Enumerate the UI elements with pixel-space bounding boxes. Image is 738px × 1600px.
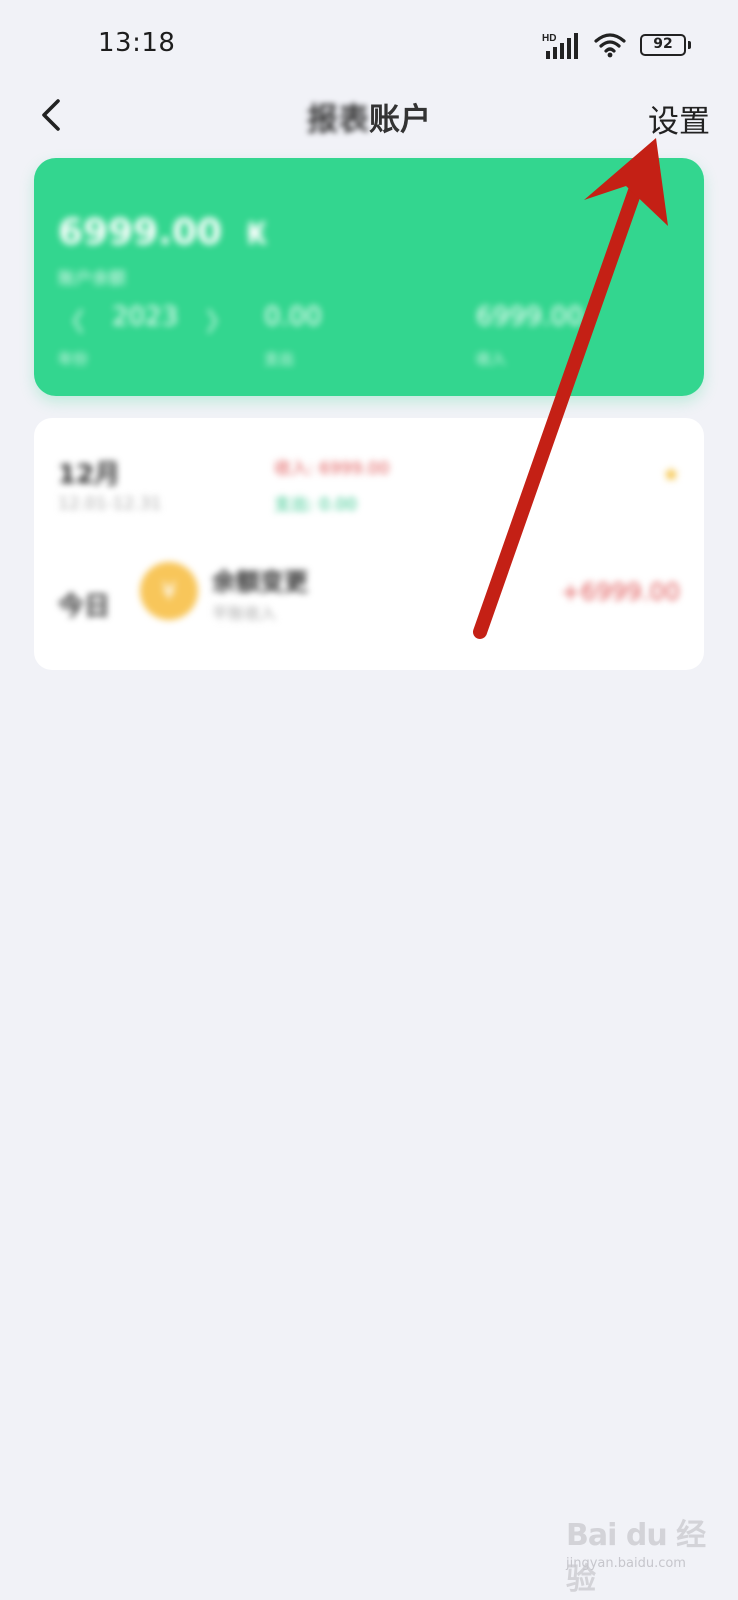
month-label: 12月 <box>58 460 121 490</box>
balance-unit: ₭ <box>246 217 268 252</box>
expense-value: 0.00 <box>264 302 322 332</box>
coin-icon: ¥ <box>140 562 198 620</box>
watermark-logo: Bai du 经验 <box>566 1518 706 1597</box>
transaction-day: 今日 <box>58 592 111 622</box>
account-summary-card[interactable]: 6999.00 ₭ 账户余额 〈 2023 〉 年份 0.00 支出 6999.… <box>34 158 704 396</box>
year-caption: 年份 <box>58 350 89 368</box>
year-next-button[interactable]: 〉 <box>206 302 232 339</box>
month-income: 收入: 6999.00 <box>274 459 390 479</box>
status-icons: HD 92 <box>542 30 691 60</box>
page-title-blurred: 报表 <box>307 102 369 138</box>
income-caption: 收入 <box>476 350 507 368</box>
status-bar: 13:18 HD 92 <box>0 0 738 80</box>
year-selector[interactable]: 〈 2023 〉 <box>58 302 232 339</box>
expense-caption: 支出 <box>264 350 295 368</box>
transaction-title: 余额变更 <box>212 568 308 596</box>
income-value: 6999.00 <box>476 302 584 332</box>
status-time: 13:18 <box>98 28 176 58</box>
network-label: HD <box>542 33 556 44</box>
month-range: 12.01-12.31 <box>58 494 162 514</box>
year-prev-button[interactable]: 〈 <box>58 302 84 339</box>
screen: 13:18 HD 92 报表账户 设置 6999.00 ₭ 账户余额 〈 202… <box>0 0 738 1600</box>
transaction-amount: +6999.00 <box>560 578 680 606</box>
balance-value: 6999.00 <box>58 212 222 253</box>
watermark: Bai du 经验 jingyan.baidu.com <box>566 1510 716 1597</box>
signal-icon: HD <box>542 33 578 59</box>
account-balance: 6999.00 ₭ <box>58 212 267 253</box>
nav-bar: 报表账户 设置 <box>0 80 738 150</box>
month-list-card: 12月 12.01-12.31 收入: 6999.00 支出: 0.00 ★ 今… <box>34 418 704 670</box>
wifi-icon <box>594 33 626 58</box>
settings-button[interactable]: 设置 <box>648 96 710 141</box>
year-value: 2023 <box>112 302 179 332</box>
month-expense: 支出: 0.00 <box>274 495 357 515</box>
page-title: 报表账户 <box>0 94 738 139</box>
page-title-clear: 账户 <box>369 102 431 138</box>
watermark-url: jingyan.baidu.com <box>566 1556 686 1571</box>
transaction-subtitle: 平账收入 <box>212 604 277 623</box>
star-icon: ★ <box>662 462 680 486</box>
battery-icon: 92 <box>640 34 691 56</box>
balance-caption: 账户余额 <box>58 269 126 289</box>
